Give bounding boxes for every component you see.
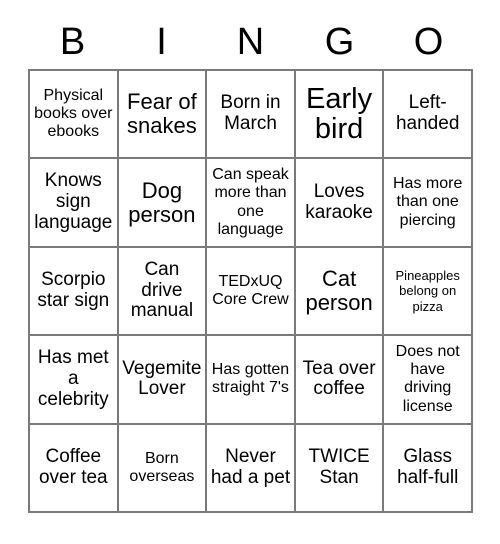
- bingo-cell-label: TEDxUQ Core Crew: [212, 272, 289, 308]
- bingo-header-row: B I N G O: [28, 14, 473, 69]
- bingo-cell[interactable]: Has more than one piercing: [384, 159, 473, 248]
- bingo-cell[interactable]: Early bird: [295, 71, 385, 160]
- bingo-header-letter-n: N: [236, 20, 265, 63]
- bingo-cell[interactable]: Born in March: [207, 71, 296, 160]
- bingo-cell[interactable]: Dog person: [118, 159, 208, 248]
- bingo-cell-label: TWICE Stan: [308, 445, 370, 488]
- bingo-cell-label: Born in March: [220, 92, 281, 135]
- bingo-cell-label: Cat person: [305, 266, 373, 315]
- bingo-card: B I N G O Physical books over ebooks Fear…: [0, 0, 500, 544]
- bingo-cell-label: Does not have driving license: [395, 342, 460, 415]
- bingo-cell[interactable]: TWICE Stan: [295, 424, 385, 513]
- bingo-cell[interactable]: Never had a pet: [207, 424, 296, 513]
- bingo-cell[interactable]: Has met a celebrity: [30, 336, 119, 425]
- bingo-cell-label: Pineapples belong on pizza: [395, 267, 460, 314]
- bingo-cell-label: Born overseas: [129, 449, 195, 485]
- bingo-header-letter-b: B: [59, 20, 86, 63]
- bingo-cell[interactable]: Vegemite Lover: [118, 336, 208, 425]
- bingo-cell[interactable]: Knows sign language: [30, 159, 119, 248]
- bingo-cell[interactable]: Born overseas: [118, 424, 208, 513]
- bingo-cell-label: Glass half-full: [397, 445, 459, 488]
- bingo-cell[interactable]: Scorpio star sign: [30, 247, 119, 337]
- bingo-cell[interactable]: Does not have driving license: [384, 336, 473, 425]
- bingo-cell[interactable]: Left-handed: [384, 71, 473, 160]
- bingo-cell[interactable]: Fear of snakes: [118, 71, 208, 160]
- bingo-cell[interactable]: Cat person: [295, 247, 385, 337]
- bingo-cell-label: Vegemite Lover: [122, 357, 202, 400]
- bingo-cell-label: Has more than one piercing: [393, 175, 463, 229]
- bingo-cell[interactable]: Pineapples belong on pizza: [384, 247, 473, 337]
- bingo-cell-label: Left-handed: [395, 92, 460, 135]
- bingo-cell[interactable]: TEDxUQ Core Crew: [207, 247, 296, 337]
- bingo-cell-label: Dog person: [128, 177, 196, 227]
- bingo-cell-label: Early bird: [306, 83, 373, 146]
- bingo-grid: Physical books over ebooks Fear of snakes…: [28, 69, 473, 513]
- bingo-cell[interactable]: Coffee over tea: [30, 424, 119, 513]
- bingo-cell[interactable]: Loves karaoke: [295, 159, 385, 248]
- bingo-cell-label: Physical books over ebooks: [34, 86, 113, 141]
- bingo-header-letter-i: I: [156, 20, 167, 63]
- bingo-cell[interactable]: Can drive manual: [118, 247, 208, 337]
- bingo-cell-label: Never had a pet: [210, 445, 291, 488]
- bingo-cell[interactable]: Tea over coffee: [295, 336, 385, 425]
- bingo-cell-label: Tea over coffee: [302, 357, 376, 400]
- bingo-cell-label: Fear of snakes: [127, 89, 197, 139]
- bingo-cell-label: Has gotten straight 7's: [211, 361, 290, 397]
- bingo-cell-label: Knows sign language: [34, 170, 113, 234]
- bingo-header-letter-o: O: [413, 20, 444, 63]
- bingo-cell[interactable]: Has gotten straight 7's: [207, 336, 296, 425]
- bingo-cell-label: Loves karaoke: [305, 180, 373, 223]
- bingo-cell[interactable]: Glass half-full: [384, 424, 473, 513]
- bingo-cell-label: Coffee over tea: [38, 445, 108, 488]
- bingo-cell[interactable]: Can speak more than one language: [207, 159, 296, 248]
- bingo-cell-label: Can speak more than one language: [212, 166, 289, 238]
- bingo-cell[interactable]: Physical books over ebooks: [30, 71, 119, 160]
- bingo-cell-label: Has met a celebrity: [37, 347, 109, 410]
- bingo-cell-label: Can drive manual: [130, 258, 194, 322]
- bingo-header-letter-g: G: [324, 20, 355, 63]
- bingo-cell-label: Scorpio star sign: [37, 269, 110, 311]
